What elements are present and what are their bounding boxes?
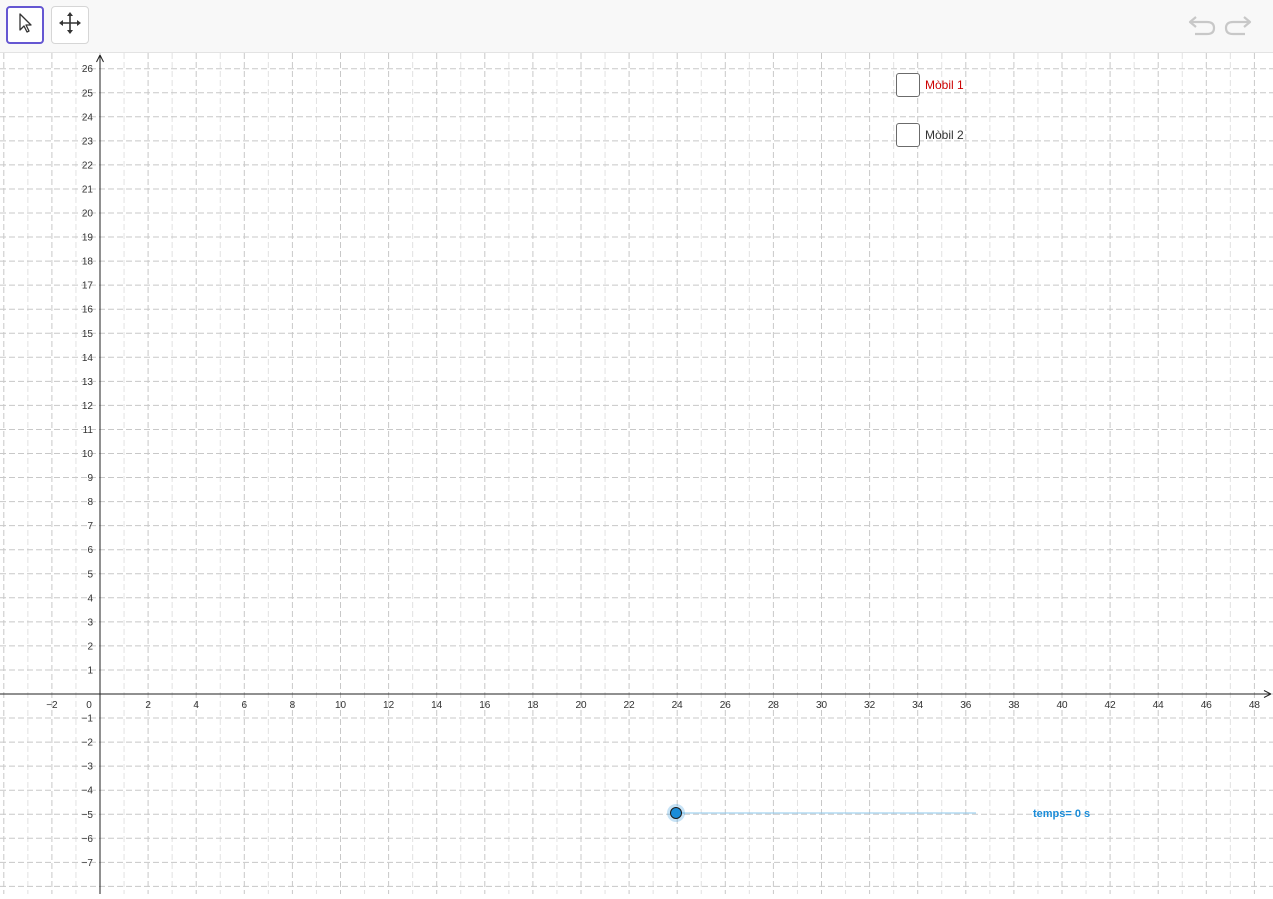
slider-handle[interactable] (670, 807, 682, 819)
y-tick-label: 12 (82, 401, 94, 412)
y-tick-label: 4 (87, 593, 93, 604)
checkbox-mobil-2-box[interactable] (896, 123, 920, 147)
redo-button[interactable] (1222, 12, 1254, 40)
checkbox-mobil-1[interactable]: Mòbil 1 (896, 73, 964, 97)
y-tick-label: 16 (82, 305, 94, 316)
y-tick-label: 2 (87, 641, 93, 652)
y-axis-tick-labels: 2625242322212019181716151413121110987654… (82, 64, 94, 869)
y-tick-label: 9 (87, 473, 93, 484)
x-tick-label: 0 (86, 700, 92, 711)
redo-icon (1223, 12, 1253, 41)
undo-button[interactable] (1186, 12, 1218, 40)
y-tick-label: −1 (82, 714, 94, 725)
toolbar (0, 0, 1273, 53)
x-tick-label: 32 (864, 700, 876, 711)
y-tick-label: 24 (82, 112, 94, 123)
x-tick-label: 40 (1056, 700, 1068, 711)
y-tick-label: 13 (82, 377, 94, 388)
y-tick-label: 8 (87, 497, 93, 508)
y-tick-label: 1 (87, 665, 93, 676)
x-tick-label: 2 (145, 700, 151, 711)
y-tick-label: 15 (82, 329, 94, 340)
y-tick-label: −4 (82, 786, 94, 797)
slider-label: temps= 0 s (1033, 808, 1090, 820)
x-tick-label: 22 (624, 700, 636, 711)
axes (0, 54, 1272, 894)
y-tick-label: 19 (82, 233, 94, 244)
y-tick-label: 10 (82, 449, 94, 460)
y-tick-label: 20 (82, 209, 94, 220)
x-tick-label: 30 (816, 700, 828, 711)
four-arrows-move-icon (58, 11, 82, 40)
x-tick-label: 46 (1201, 700, 1213, 711)
x-tick-label: 14 (431, 700, 443, 711)
x-tick-label: 18 (527, 700, 539, 711)
checkbox-mobil-1-label: Mòbil 1 (925, 78, 964, 92)
move-graphics-view-button[interactable] (51, 6, 89, 44)
grid (0, 53, 1273, 894)
checkbox-mobil-1-box[interactable] (896, 73, 920, 97)
x-tick-label: 12 (383, 700, 395, 711)
y-tick-label: 14 (82, 353, 94, 364)
x-tick-label: 10 (335, 700, 347, 711)
x-tick-label: 4 (193, 700, 199, 711)
y-tick-label: 22 (82, 160, 94, 171)
y-tick-label: 23 (82, 136, 94, 147)
coordinate-plane: −2 0 2 4 6 8 10 12 14 16 18 20 22 24 26 28 30 32 34 36 38 40 4… (0, 53, 1273, 894)
x-tick-label: 24 (672, 700, 684, 711)
y-tick-label: 3 (87, 617, 93, 628)
x-tick-label: 26 (720, 700, 732, 711)
y-tick-label: 17 (82, 281, 94, 292)
y-tick-label: −2 (82, 738, 94, 749)
y-tick-label: −7 (82, 858, 94, 869)
y-tick-label: 21 (82, 184, 94, 195)
x-tick-label: 36 (960, 700, 972, 711)
x-tick-label: 48 (1249, 700, 1261, 711)
x-tick-label: 44 (1153, 700, 1165, 711)
x-tick-label: 16 (479, 700, 491, 711)
y-tick-label: 11 (83, 425, 94, 436)
x-tick-label: 38 (1008, 700, 1020, 711)
y-tick-label: 5 (87, 569, 93, 580)
x-tick-label: 8 (290, 700, 296, 711)
x-tick-label: −2 (46, 700, 58, 711)
arrow-cursor-icon (16, 12, 34, 39)
y-tick-label: 26 (82, 64, 94, 75)
x-tick-label: 28 (768, 700, 780, 711)
graphics-view[interactable]: −2 0 2 4 6 8 10 12 14 16 18 20 22 24 26 28 30 32 34 36 38 40 4… (0, 53, 1273, 894)
checkbox-mobil-2-label: Mòbil 2 (925, 128, 964, 142)
y-tick-label: −3 (82, 762, 94, 773)
y-tick-label: 25 (82, 88, 94, 99)
y-tick-label: 7 (87, 521, 93, 532)
y-tick-label: 18 (82, 257, 94, 268)
x-tick-label: 6 (242, 700, 248, 711)
x-tick-label: 20 (575, 700, 587, 711)
move-tool-button[interactable] (6, 6, 44, 44)
x-tick-label: 42 (1105, 700, 1117, 711)
checkbox-mobil-2[interactable]: Mòbil 2 (896, 123, 964, 147)
x-tick-label: 34 (912, 700, 924, 711)
y-tick-label: −6 (82, 834, 94, 845)
y-tick-label: 6 (87, 545, 93, 556)
y-tick-label: −5 (82, 810, 94, 821)
undo-icon (1187, 12, 1217, 41)
